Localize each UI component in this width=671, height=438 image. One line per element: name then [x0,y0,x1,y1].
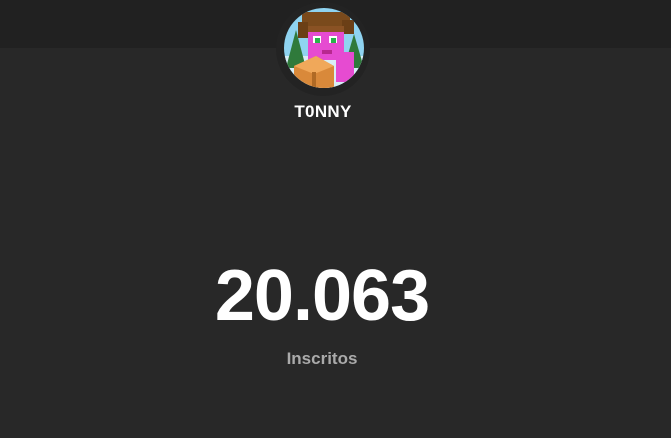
channel-avatar[interactable] [284,8,364,88]
minecraft-character-icon [284,8,364,88]
subscriber-count: 20.063 [214,256,430,336]
subscriber-counter-page: T0NNY 20.063 Inscritos [0,0,671,438]
subscriber-label: Inscritos [286,349,358,368]
channel-name[interactable]: T0NNY [0,102,646,122]
